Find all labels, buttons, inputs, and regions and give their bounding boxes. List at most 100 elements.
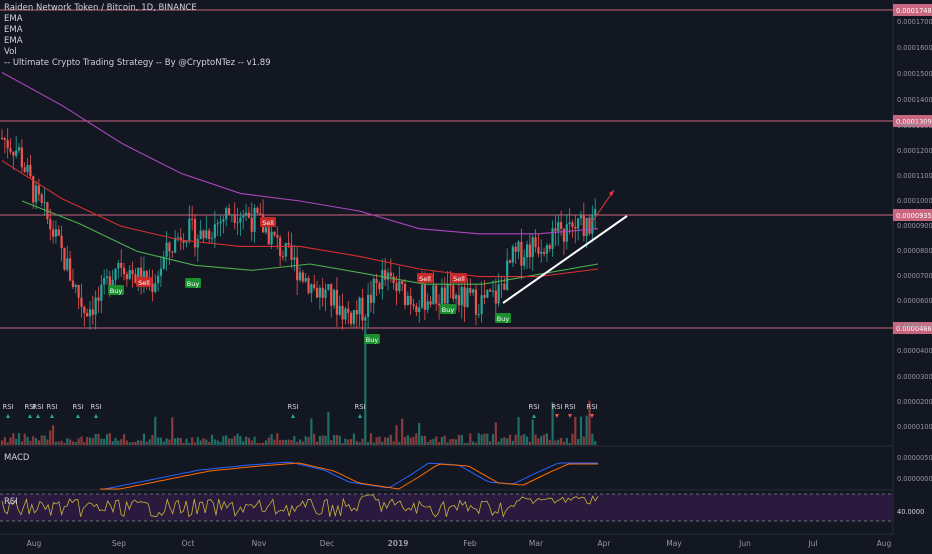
candle-body — [310, 284, 313, 294]
volume-bar — [131, 441, 134, 445]
candle-body — [489, 289, 492, 292]
candle-body — [531, 237, 534, 258]
volume-bar — [489, 441, 492, 445]
candle-body — [548, 245, 551, 249]
volume-bar — [83, 442, 86, 445]
candle-body — [585, 217, 588, 237]
volume-bar — [406, 435, 409, 445]
price-axis-label: 0.00003000 — [897, 373, 932, 381]
price-axis-label: 0.00009000 — [897, 222, 932, 230]
volume-bar — [60, 440, 63, 445]
volume-bar — [276, 433, 279, 445]
candle-body — [74, 284, 77, 288]
volume-bar — [540, 435, 543, 445]
candle-body — [51, 229, 55, 237]
volume-bar — [415, 433, 418, 445]
volume-bar — [310, 418, 313, 445]
candle-body — [227, 208, 231, 215]
time-axis-label: Jun — [738, 539, 751, 548]
candle-body — [551, 228, 554, 249]
candle-body — [344, 308, 347, 320]
candle-body — [281, 256, 285, 258]
volume-bar — [12, 433, 15, 445]
candle-body — [105, 276, 109, 279]
volume-bar — [225, 435, 228, 445]
rsi-sell-arrow — [568, 414, 572, 418]
price-axis-label: 0.00011000 — [897, 172, 932, 180]
candle-body — [304, 278, 307, 282]
candle-body — [367, 294, 370, 317]
candle-body — [34, 185, 38, 203]
volume-bar — [477, 433, 480, 445]
candle-body — [301, 272, 304, 282]
volume-bar — [542, 434, 546, 445]
ema-long-line — [1, 72, 599, 235]
candle-body — [154, 282, 157, 292]
volume-bar — [355, 440, 358, 445]
volume-bar — [560, 437, 563, 445]
candle-body — [463, 286, 466, 307]
candle-body — [491, 290, 495, 292]
volume-bar — [236, 433, 239, 445]
candle-body — [506, 260, 509, 290]
volume-bar — [466, 442, 469, 445]
rsi-sell-arrow — [590, 414, 594, 418]
rsi-sell-arrow — [555, 414, 559, 418]
candle-body — [0, 138, 4, 140]
volume-bar — [378, 436, 381, 445]
volume-bar — [375, 437, 378, 445]
volume-bar — [367, 442, 370, 445]
candle-body — [426, 301, 429, 310]
candle-body — [480, 295, 483, 315]
volume-bar — [66, 438, 69, 445]
candle-body — [222, 219, 225, 222]
volume-bar — [503, 437, 506, 445]
candle-body — [420, 284, 424, 308]
candle-body — [395, 282, 398, 291]
candle-body — [120, 262, 123, 268]
candle-body — [171, 251, 174, 253]
volume-bar — [171, 417, 174, 445]
candle-body — [454, 295, 458, 299]
volume-bar — [500, 438, 503, 445]
volume-bar — [528, 441, 531, 445]
volume-bar — [239, 436, 242, 445]
volume-bar — [26, 436, 29, 445]
candle-body — [276, 235, 279, 238]
volume-bar — [557, 439, 560, 445]
volume-bar — [389, 434, 392, 445]
volume-bar — [86, 436, 89, 445]
rsi-marker-label: RSI — [551, 403, 562, 411]
volume-bar — [474, 442, 478, 445]
candle-body — [239, 217, 242, 223]
volume-bar — [457, 434, 461, 445]
volume-bar — [594, 441, 597, 445]
candle-body — [114, 268, 117, 280]
legend-ema-1: EMA — [4, 14, 23, 24]
candle-body — [43, 202, 46, 204]
candle-body — [37, 185, 40, 195]
candle-body — [196, 238, 199, 248]
candle-body — [378, 283, 381, 290]
chart-svg[interactable]: 0.000174820.000130960.000093560.00004863… — [0, 0, 932, 550]
candle-body — [403, 284, 407, 306]
volume-bar — [193, 442, 197, 445]
volume-bar — [347, 439, 350, 445]
candle-body — [525, 244, 529, 258]
volume-bar — [100, 438, 103, 445]
candle-body — [250, 217, 253, 232]
rsi-buy-arrow — [28, 414, 32, 418]
volume-bar — [508, 434, 512, 445]
candle-body — [335, 289, 338, 315]
volume-bar — [117, 440, 120, 445]
volume-bar — [446, 442, 449, 445]
volume-bar — [335, 434, 338, 445]
volume-bar — [525, 436, 529, 445]
candle-body — [168, 242, 171, 252]
volume-bar — [250, 440, 253, 445]
volume-bar — [216, 440, 219, 445]
volume-bar — [497, 441, 500, 445]
volume-bar — [17, 433, 21, 445]
volume-bar — [71, 441, 75, 445]
candle-body — [193, 219, 197, 248]
